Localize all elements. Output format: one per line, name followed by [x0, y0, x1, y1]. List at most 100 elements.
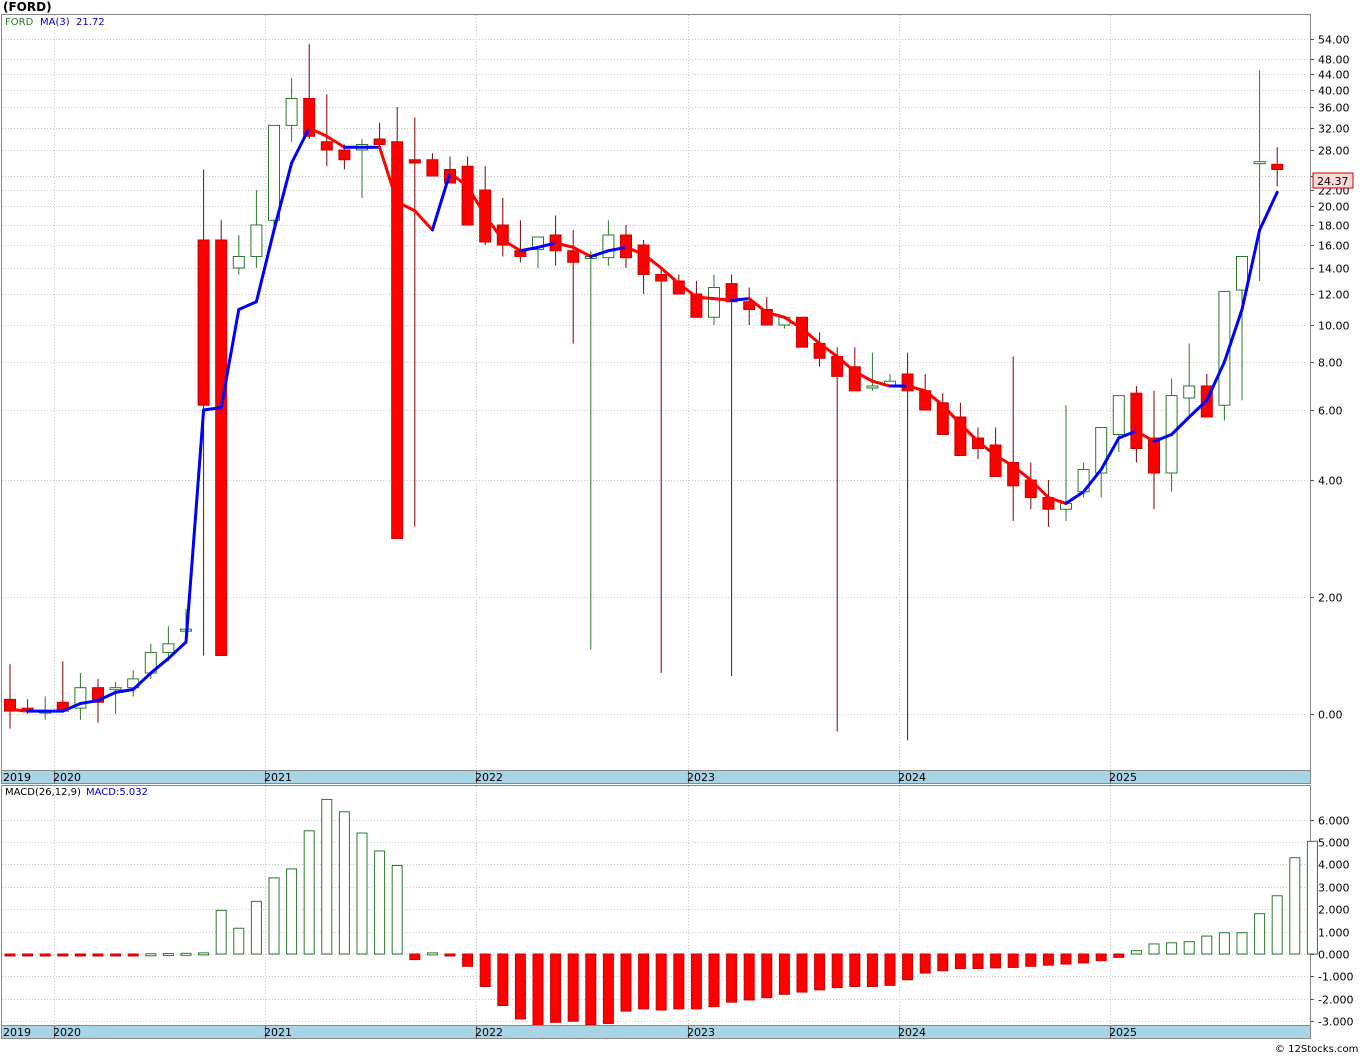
macd-bar — [866, 953, 878, 987]
price-tick-label: 44.00 — [1318, 69, 1350, 82]
macd-bar — [145, 953, 157, 957]
macd-bar — [180, 952, 192, 956]
chart-symbol-title: (FORD) — [3, 0, 52, 14]
macd-bar — [4, 953, 16, 957]
candle-body — [567, 250, 580, 263]
macd-legend: MACD(26,12,9) MACD:5.032 — [5, 787, 148, 798]
legend-ma-value: 21.72 — [76, 17, 105, 28]
candle-body — [1253, 161, 1266, 165]
macd-bar — [761, 953, 773, 999]
ma-segment — [712, 297, 734, 302]
year-label-top: 2022 — [475, 771, 503, 784]
macd-bar — [374, 850, 386, 955]
macd-bar — [673, 953, 685, 1010]
macd-bar — [919, 953, 931, 974]
macd-bar — [215, 909, 227, 955]
macd-tick-label: -1.000 — [1318, 971, 1353, 984]
ma-segment — [730, 297, 751, 302]
candle-body — [655, 274, 668, 282]
macd-tick-label: 3.000 — [1318, 882, 1350, 895]
candle-body — [373, 138, 386, 145]
year-label-bottom: 2024 — [898, 1026, 926, 1039]
macd-bar — [250, 900, 262, 955]
macd-bar — [1166, 942, 1178, 955]
candle-body — [1271, 163, 1284, 171]
price-tick-label: 18.00 — [1318, 220, 1350, 233]
candle-body — [989, 444, 1002, 477]
watermark: © 12Stocks.com — [1275, 1044, 1358, 1055]
macd-bar — [1113, 953, 1125, 958]
year-label-top: 2019 — [3, 771, 31, 784]
year-label-bottom: 2020 — [53, 1026, 81, 1039]
macd-bar — [426, 952, 438, 956]
candle-body — [197, 239, 210, 406]
macd-bar — [497, 953, 509, 1007]
candle-body — [109, 687, 122, 691]
macd-bar — [162, 953, 174, 957]
macd-bar — [479, 953, 491, 987]
macd-bar — [462, 953, 474, 967]
price-tick-label: 54.00 — [1318, 34, 1350, 47]
macd-bar — [814, 953, 826, 991]
macd-bar — [268, 877, 280, 955]
stock-chart: (FORD) 54.00 48.00 44.00 40.00 36.00 32.00 28.… — [0, 0, 1360, 1056]
macd-bar — [1306, 840, 1318, 955]
macd-bar — [22, 953, 34, 957]
macd-tick-label: 1.000 — [1318, 927, 1350, 940]
price-tick-label: 10.00 — [1318, 320, 1350, 333]
year-label-top: 2023 — [687, 771, 715, 784]
price-tick-label: 0.00 — [1318, 709, 1343, 722]
macd-bar — [532, 953, 544, 1027]
macd-bar — [1148, 943, 1160, 955]
candle-body — [215, 239, 228, 656]
macd-bar — [796, 953, 808, 993]
price-tick-label: 4.00 — [1318, 475, 1343, 488]
year-label-bottom: 2019 — [3, 1026, 31, 1039]
macd-bar — [1254, 913, 1266, 955]
macd-bar — [1095, 953, 1107, 962]
macd-bar — [708, 953, 720, 1008]
macd-bar — [514, 953, 526, 1020]
macd-bar — [74, 953, 86, 957]
candle-body — [426, 159, 439, 177]
macd-bar — [409, 953, 421, 961]
candle-body — [1148, 437, 1160, 474]
macd-bar — [620, 953, 632, 1012]
ma-segment — [8, 707, 30, 713]
macd-bar — [127, 953, 139, 957]
macd-bar — [1007, 953, 1019, 968]
macd-bar — [1025, 953, 1037, 967]
year-label-bottom: 2025 — [1109, 1026, 1137, 1039]
macd-bar — [444, 953, 456, 957]
macd-bar — [1289, 857, 1301, 955]
macd-bar — [92, 953, 104, 957]
ma-segment — [694, 295, 716, 301]
macd-bar — [972, 953, 984, 970]
price-tick-label: 40.00 — [1318, 85, 1350, 98]
macd-bar — [638, 953, 650, 1010]
macd-bar — [321, 798, 333, 955]
macd-tick-label: 6.000 — [1318, 815, 1350, 828]
price-tick-label: 16.00 — [1318, 240, 1350, 253]
macd-bar — [1130, 950, 1142, 955]
macd-bar — [831, 953, 843, 989]
candle-body — [602, 234, 615, 259]
price-legend: FORD MA(3) 21.72 — [5, 17, 105, 28]
price-tick-label: 8.00 — [1318, 357, 1343, 370]
macd-bar — [110, 953, 122, 957]
macd-bar — [303, 830, 315, 955]
candle-body — [232, 256, 245, 269]
price-tick-label: 28.00 — [1318, 145, 1350, 158]
macd-tick-label: -3.000 — [1318, 1016, 1353, 1029]
macd-tick-label: 4.000 — [1318, 859, 1350, 872]
macd-bar — [690, 953, 702, 1010]
last-price-value: 24.37 — [1317, 175, 1349, 188]
macd-bar — [902, 953, 914, 981]
macd-value-label: MACD:5.032 — [86, 787, 148, 798]
price-tick-label: 32.00 — [1318, 123, 1350, 136]
candle-body — [1095, 427, 1108, 474]
macd-tick-label: 0.000 — [1318, 949, 1350, 962]
macd-bar — [1078, 953, 1090, 964]
macd-bar — [1236, 932, 1248, 955]
macd-bar — [550, 953, 562, 1023]
